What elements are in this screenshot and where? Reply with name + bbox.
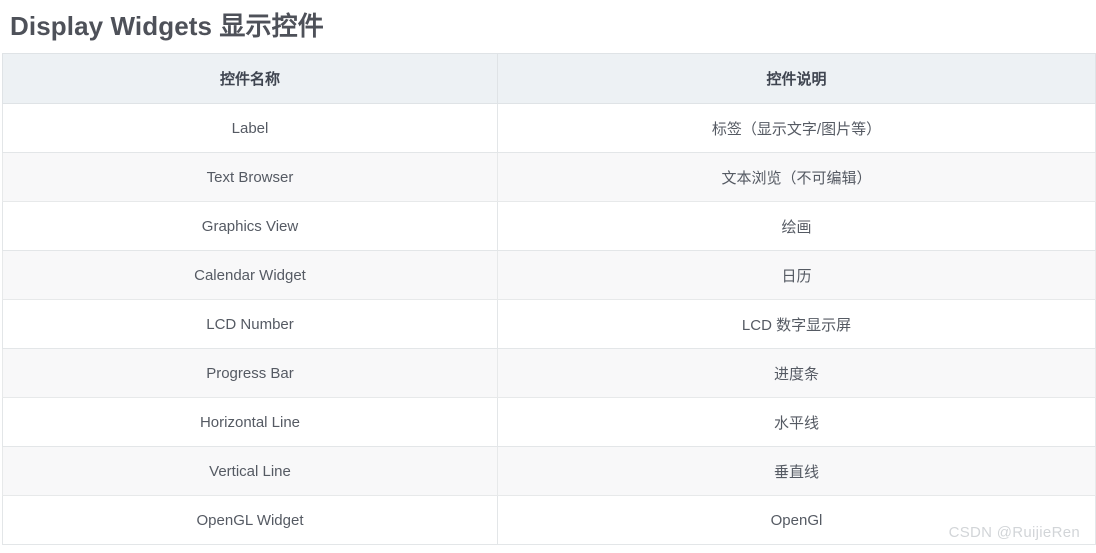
display-widgets-table: 控件名称 控件说明 Label 标签（显示文字/图片等） Text Browser 文… xyxy=(2,53,1096,545)
table-row: OpenGL Widget OpenGl xyxy=(2,495,1096,545)
column-header-widget-name: 控件名称 xyxy=(2,53,498,104)
cell-widget-description: 进度条 xyxy=(497,348,1096,398)
page-root: Display Widgets 显示控件 控件名称 控件说明 Label 标签（显… xyxy=(0,0,1096,553)
table-row: Calendar Widget 日历 xyxy=(2,250,1096,300)
cell-widget-description: LCD 数字显示屏 xyxy=(497,299,1096,349)
cell-widget-name: Graphics View xyxy=(2,201,498,251)
table-row: Text Browser 文本浏览（不可编辑） xyxy=(2,152,1096,202)
column-header-widget-description: 控件说明 xyxy=(497,53,1096,104)
table-row: Label 标签（显示文字/图片等） xyxy=(2,103,1096,153)
table-body: Label 标签（显示文字/图片等） Text Browser 文本浏览（不可编辑） G… xyxy=(2,103,1096,545)
cell-widget-name: OpenGL Widget xyxy=(2,495,498,545)
cell-widget-name: Calendar Widget xyxy=(2,250,498,300)
cell-widget-description: 绘画 xyxy=(497,201,1096,251)
cell-widget-name: Vertical Line xyxy=(2,446,498,496)
table-row: Progress Bar 进度条 xyxy=(2,348,1096,398)
table-header: 控件名称 控件说明 xyxy=(2,53,1096,104)
cell-widget-description: 垂直线 xyxy=(497,446,1096,496)
cell-widget-description: 水平线 xyxy=(497,397,1096,447)
cell-widget-name: Progress Bar xyxy=(2,348,498,398)
cell-widget-description: 日历 xyxy=(497,250,1096,300)
table-header-row: 控件名称 控件说明 xyxy=(2,53,1096,104)
table-row: Horizontal Line 水平线 xyxy=(2,397,1096,447)
cell-widget-name: Text Browser xyxy=(2,152,498,202)
table-row: Graphics View 绘画 xyxy=(2,201,1096,251)
table-row: Vertical Line 垂直线 xyxy=(2,446,1096,496)
cell-widget-description: 文本浏览（不可编辑） xyxy=(497,152,1096,202)
cell-widget-name: Horizontal Line xyxy=(2,397,498,447)
cell-widget-description: OpenGl xyxy=(497,495,1096,545)
page-title: Display Widgets 显示控件 xyxy=(10,11,324,41)
table-row: LCD Number LCD 数字显示屏 xyxy=(2,299,1096,349)
cell-widget-name: Label xyxy=(2,103,498,153)
cell-widget-description: 标签（显示文字/图片等） xyxy=(497,103,1096,153)
cell-widget-name: LCD Number xyxy=(2,299,498,349)
